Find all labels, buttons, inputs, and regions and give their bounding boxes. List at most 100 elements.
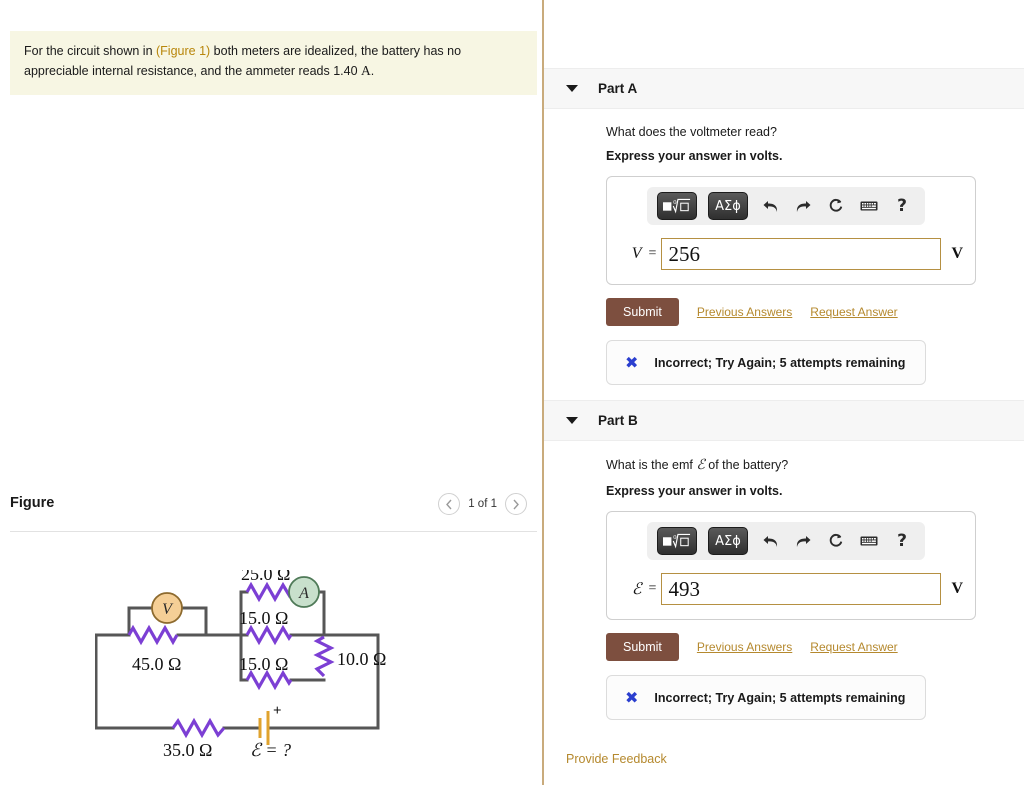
collapse-caret-icon[interactable] <box>566 417 578 424</box>
part-a-body: What does the voltmeter read? Express yo… <box>544 109 1024 385</box>
ammeter-unit: A <box>361 62 371 78</box>
figure-title: Figure <box>10 495 55 511</box>
circuit-svg: + V A 25.0 Ω 15.0 Ω 15.0 Ω 10.0 Ω 45.0 Ω… <box>94 564 386 760</box>
resistor-25 <box>245 581 293 603</box>
figure-header: Figure 1 of 1 <box>10 493 537 531</box>
resistor-15-lower <box>245 669 293 691</box>
provide-feedback-link[interactable]: Provide Feedback <box>566 752 667 766</box>
resistor-15-lower-label: 15.0 Ω <box>239 654 288 674</box>
part-b-equals: = <box>648 581 657 596</box>
math-template-button[interactable]: 0 <box>657 527 697 555</box>
collapse-caret-icon[interactable] <box>566 85 578 92</box>
resistor-35-label: 35.0 Ω <box>163 740 212 760</box>
part-b-section: Part B What is the emf ℰ of the battery?… <box>544 400 1024 720</box>
part-a-header[interactable]: Part A <box>544 68 1024 109</box>
keyboard-glyph-icon <box>860 536 878 546</box>
undo-arrow-icon <box>763 535 777 547</box>
reset-circular-arrow-icon <box>829 533 843 547</box>
part-b-answer-box: 0 ΑΣϕ ? ℰ = 493 V <box>606 511 976 620</box>
part-b-previous-answers-link[interactable]: Previous Answers <box>697 640 792 654</box>
battery-plus-label: + <box>273 703 282 719</box>
undo-icon[interactable] <box>759 194 781 218</box>
help-icon[interactable]: ? <box>891 529 913 553</box>
resistor-15-upper <box>245 624 293 646</box>
part-b-express: Express your answer in volts. <box>606 484 783 498</box>
resistor-45-label: 45.0 Ω <box>132 654 181 674</box>
part-b-actions: Submit Previous Answers Request Answer <box>606 633 1024 661</box>
problem-text-before: For the circuit shown in <box>24 44 156 58</box>
part-b-question-pre: What is the emf <box>606 458 697 472</box>
ammeter: A <box>288 576 320 608</box>
redo-arrow-icon <box>796 535 810 547</box>
resistor-25-label: 25.0 Ω <box>241 570 290 584</box>
figure-1-link[interactable]: (Figure 1) <box>156 44 210 58</box>
part-a-request-answer-link[interactable]: Request Answer <box>810 305 897 319</box>
part-b-answer-input[interactable] <box>661 573 942 605</box>
ammeter-label: A <box>298 585 309 602</box>
math-template-button[interactable]: 0 <box>657 192 697 220</box>
undo-icon[interactable] <box>759 529 781 553</box>
part-a-express: Express your answer in volts. <box>606 149 783 163</box>
greek-symbols-button[interactable]: ΑΣϕ <box>708 192 748 220</box>
part-a-equals: = <box>648 246 657 261</box>
part-b-body: What is the emf ℰ of the battery? Expres… <box>544 441 1024 720</box>
part-b-symbol: ℰ <box>631 581 642 598</box>
incorrect-x-icon: ✖ <box>625 353 639 372</box>
keyboard-icon[interactable] <box>858 529 880 553</box>
figure-next-button[interactable] <box>505 493 527 515</box>
sqrt-template-icon: 0 <box>663 533 691 549</box>
resistor-35 <box>171 717 226 739</box>
page-root: For the circuit shown in (Figure 1) both… <box>0 0 1024 785</box>
part-a-answer-box: 0 ΑΣϕ ? V = 256 V <box>606 176 976 285</box>
part-a-submit-button[interactable]: Submit <box>606 298 679 326</box>
incorrect-x-icon: ✖ <box>625 688 639 707</box>
part-b-question-post: of the battery? <box>704 458 789 472</box>
reset-icon[interactable] <box>825 529 847 553</box>
redo-icon[interactable] <box>792 194 814 218</box>
chevron-left-icon <box>446 499 452 509</box>
problem-text-end: . <box>370 63 375 78</box>
part-a-unit: V <box>951 245 963 262</box>
figure-prev-button[interactable] <box>438 493 461 515</box>
sqrt-template-icon: 0 <box>663 198 691 214</box>
part-b-feedback-text: Incorrect; Try Again; 5 attempts remaini… <box>654 690 906 705</box>
greek-symbols-button[interactable]: ΑΣϕ <box>708 527 748 555</box>
right-panel: Part A What does the voltmeter read? Exp… <box>544 0 1024 785</box>
part-b-header[interactable]: Part B <box>544 400 1024 441</box>
part-a-actions: Submit Previous Answers Request Answer <box>606 298 1024 326</box>
keyboard-icon[interactable] <box>858 194 880 218</box>
part-a-feedback-text: Incorrect; Try Again; 5 attempts remaini… <box>654 355 906 370</box>
part-a-answer-input[interactable] <box>661 238 942 270</box>
part-a-previous-answers-link[interactable]: Previous Answers <box>697 305 792 319</box>
reset-icon[interactable] <box>825 194 847 218</box>
resistor-10 <box>313 635 335 678</box>
emf-label: ℰ = ? <box>250 740 291 760</box>
reset-circular-arrow-icon <box>829 198 843 212</box>
part-b-question: What is the emf ℰ of the battery? <box>606 441 1024 474</box>
part-a-symbol: V <box>631 245 642 262</box>
part-b-feedback: ✖ Incorrect; Try Again; 5 attempts remai… <box>606 675 926 720</box>
part-b-label: Part B <box>598 413 638 428</box>
problem-statement: For the circuit shown in (Figure 1) both… <box>10 31 537 95</box>
circuit-diagram[interactable]: + V A 25.0 Ω 15.0 Ω 15.0 Ω 10.0 Ω 45.0 Ω… <box>94 564 445 760</box>
redo-arrow-icon <box>796 200 810 212</box>
part-b-input-row: ℰ = V <box>619 573 963 605</box>
keyboard-glyph-icon <box>860 201 878 211</box>
left-panel: For the circuit shown in (Figure 1) both… <box>0 0 543 785</box>
part-b-unit: V <box>951 580 963 597</box>
part-a-input-row: V = V <box>619 238 963 270</box>
resistor-45 <box>127 626 179 644</box>
part-a-section: Part A What does the voltmeter read? Exp… <box>544 68 1024 385</box>
redo-icon[interactable] <box>792 529 814 553</box>
part-a-label: Part A <box>598 81 638 96</box>
part-b-request-answer-link[interactable]: Request Answer <box>810 640 897 654</box>
part-a-math-toolbar: 0 ΑΣϕ ? <box>647 187 925 225</box>
part-b-math-toolbar: 0 ΑΣϕ ? <box>647 522 925 560</box>
voltmeter: V <box>151 592 183 624</box>
part-a-feedback: ✖ Incorrect; Try Again; 5 attempts remai… <box>606 340 926 385</box>
resistor-10-label: 10.0 Ω <box>337 649 386 669</box>
part-b-question-symbol: ℰ <box>696 458 705 473</box>
help-icon[interactable]: ? <box>891 194 913 218</box>
figure-navigation: 1 of 1 <box>438 493 527 515</box>
part-b-submit-button[interactable]: Submit <box>606 633 679 661</box>
